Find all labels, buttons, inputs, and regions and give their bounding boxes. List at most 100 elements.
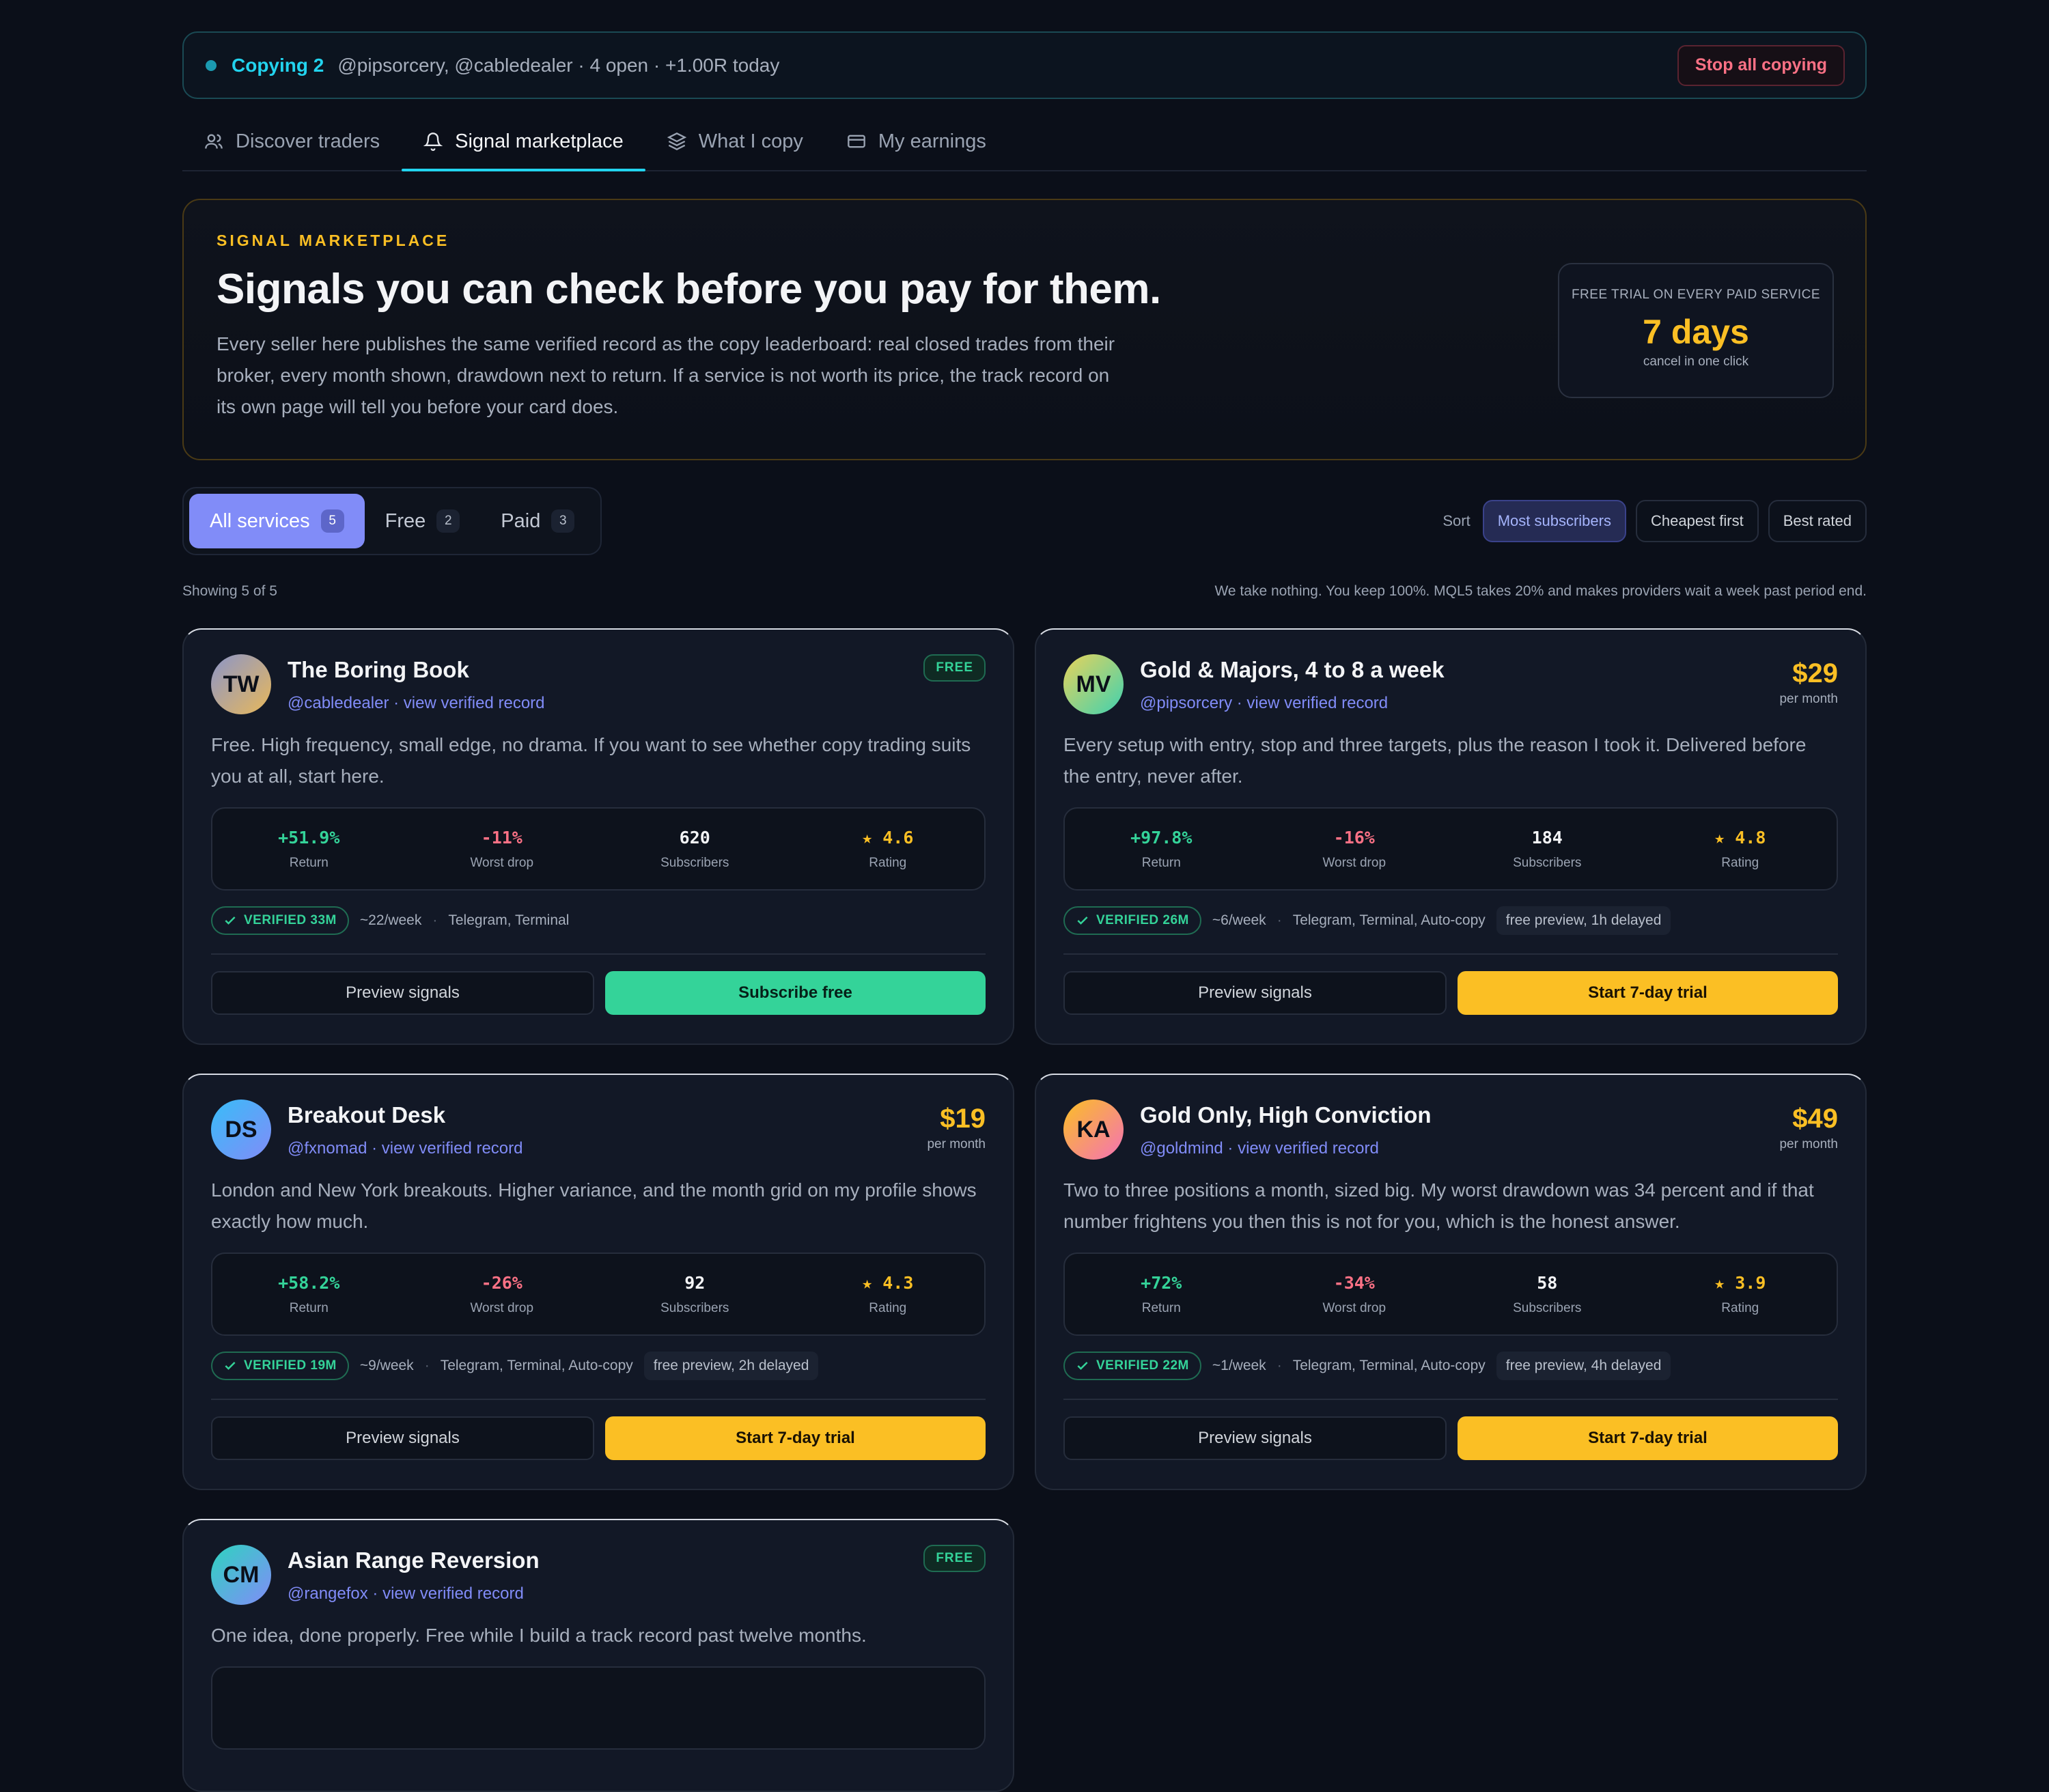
subscribers-value: 58 (1537, 1272, 1558, 1293)
worst-drop-label: Worst drop (1322, 855, 1386, 870)
fee-note: We take nothing. You keep 100%. MQL5 tak… (1214, 583, 1867, 599)
avatar[interactable]: DS (211, 1100, 271, 1160)
subscribers-label: Subscribers (1513, 855, 1582, 870)
filter-paid[interactable]: Paid 3 (480, 494, 595, 548)
verified-label: VERIFIED 33M (244, 913, 337, 927)
free-preview-tag: free preview, 1h delayed (1496, 906, 1671, 935)
free-badge: FREE (923, 654, 986, 682)
trial-caption: FREE TRIAL ON EVERY PAID SERVICE (1571, 288, 1821, 302)
service-name[interactable]: Asian Range Reversion (288, 1548, 540, 1573)
preview-signals-button[interactable]: Preview signals (211, 1416, 594, 1460)
price-period: per month (1779, 692, 1838, 706)
verified-badge: VERIFIED 19M (211, 1352, 349, 1380)
filter-label: Paid (501, 509, 541, 532)
stats-panel: +97.8% Return -16% Worst drop 184 Subscribe… (1063, 807, 1838, 891)
tab-discover-traders[interactable]: Discover traders (182, 113, 402, 170)
separator: · (1277, 1358, 1282, 1373)
subscribers-value: 92 (684, 1272, 706, 1293)
verified-badge: VERIFIED 22M (1063, 1352, 1201, 1380)
sort-best-rated[interactable]: Best rated (1768, 500, 1867, 542)
tab-signal-marketplace[interactable]: Signal marketplace (402, 113, 645, 171)
verified-record-link[interactable]: @fxnomad · view verified record (288, 1139, 522, 1158)
rating-label: Rating (869, 855, 907, 870)
service-name[interactable]: Breakout Desk (288, 1102, 522, 1128)
stats-panel: +72% Return -34% Worst drop 58 Subscribers … (1063, 1252, 1838, 1336)
main-tabs: Discover traders Signal marketplace What… (182, 113, 1867, 171)
check-icon (1077, 1362, 1088, 1370)
verified-record-link[interactable]: @rangefox · view verified record (288, 1584, 540, 1604)
preview-signals-button[interactable]: Preview signals (211, 971, 594, 1015)
sort-controls: Sort Most subscribers Cheapest first Bes… (1442, 500, 1867, 542)
channels: Telegram, Terminal (448, 912, 570, 928)
results-count: Showing 5 of 5 (182, 583, 277, 599)
tab-label: My earnings (878, 130, 986, 152)
tab-label: Signal marketplace (455, 130, 624, 152)
frequency: ~1/week (1212, 1358, 1266, 1373)
tab-my-earnings[interactable]: My earnings (825, 113, 1008, 170)
tab-what-i-copy[interactable]: What I copy (645, 113, 825, 170)
return-value: +58.2% (278, 1272, 340, 1293)
preview-signals-button[interactable]: Preview signals (1063, 971, 1447, 1015)
channels: Telegram, Terminal, Auto-copy (1292, 1358, 1486, 1373)
verified-record-link[interactable]: @pipsorcery · view verified record (1140, 694, 1445, 713)
return-label: Return (1141, 1300, 1181, 1315)
price-period: per month (1779, 1137, 1838, 1151)
filter-free[interactable]: Free 2 (365, 494, 481, 548)
rating-value: ★ 4.6 (862, 827, 914, 848)
service-tags: VERIFIED 19M ~9/week · Telegram, Termina… (211, 1351, 986, 1381)
service-description: One idea, done properly. Free while I bu… (211, 1625, 867, 1646)
copying-count[interactable]: Copying 2 (232, 55, 324, 76)
avatar[interactable]: MV (1063, 654, 1124, 714)
subscribers-value: 620 (679, 827, 710, 848)
tab-label: What I copy (698, 130, 803, 152)
rating-label: Rating (869, 1300, 907, 1315)
filter-bar: All services 5 Free 2 Paid 3 Sort Most s… (182, 486, 1867, 556)
sort-label: Sort (1442, 512, 1470, 529)
hero-eyebrow: SIGNAL MARKETPLACE (217, 232, 450, 249)
divider (1063, 1399, 1838, 1400)
service-description: Free. High frequency, small edge, no dra… (211, 734, 971, 787)
avatar[interactable]: CM (211, 1545, 271, 1605)
copying-meta: @pipsorcery, @cabledealer · 4 open · +1.… (337, 54, 780, 76)
start-trial-button[interactable]: Start 7-day trial (1458, 971, 1838, 1015)
avatar[interactable]: KA (1063, 1100, 1124, 1160)
rating-label: Rating (1721, 855, 1759, 870)
worst-drop-label: Worst drop (1322, 1300, 1386, 1315)
service-card: KA Gold Only, High Conviction @goldmind … (1035, 1074, 1867, 1490)
sort-most-subscribers[interactable]: Most subscribers (1482, 500, 1626, 542)
bell-icon (423, 132, 443, 151)
avatar[interactable]: TW (211, 654, 271, 714)
service-card: CM Asian Range Reversion @rangefox · vie… (182, 1519, 1014, 1792)
trial-subtext: cancel in one click (1643, 354, 1749, 369)
rating-value: ★ 3.9 (1714, 1272, 1766, 1293)
service-tags: VERIFIED 26M ~6/week · Telegram, Termina… (1063, 906, 1838, 936)
tab-label: Discover traders (236, 130, 380, 152)
start-trial-button[interactable]: Start 7-day trial (605, 1416, 986, 1460)
stop-all-copying-button[interactable]: Stop all copying (1677, 44, 1845, 86)
worst-drop-label: Worst drop (470, 855, 534, 870)
service-name[interactable]: The Boring Book (288, 657, 545, 683)
service-card: MV Gold & Majors, 4 to 8 a week @pipsorc… (1035, 628, 1867, 1045)
verified-label: VERIFIED 26M (1096, 913, 1189, 927)
marketplace-hero: SIGNAL MARKETPLACE Signals you can check… (182, 199, 1867, 460)
return-label: Return (289, 1300, 329, 1315)
start-trial-button[interactable]: Start 7-day trial (1458, 1416, 1838, 1460)
worst-drop-value: -16% (1333, 827, 1375, 848)
worst-drop-value: -11% (481, 827, 522, 848)
verified-record-link[interactable]: @cabledealer · view verified record (288, 694, 545, 713)
worst-drop-value: -34% (1333, 1272, 1375, 1293)
filter-all-services[interactable]: All services 5 (189, 494, 365, 548)
service-name[interactable]: Gold & Majors, 4 to 8 a week (1140, 657, 1445, 683)
card-icon (848, 135, 865, 148)
channels: Telegram, Terminal, Auto-copy (440, 1358, 633, 1373)
subscribe-free-button[interactable]: Subscribe free (605, 971, 986, 1015)
free-trial-box: FREE TRIAL ON EVERY PAID SERVICE 7 days … (1558, 263, 1834, 398)
preview-signals-button[interactable]: Preview signals (1063, 1416, 1447, 1460)
price-block: $49 per month (1779, 1100, 1838, 1152)
service-name[interactable]: Gold Only, High Conviction (1140, 1102, 1432, 1128)
channels: Telegram, Terminal, Auto-copy (1292, 912, 1486, 928)
return-label: Return (1141, 855, 1181, 870)
verified-record-link[interactable]: @goldmind · view verified record (1140, 1139, 1432, 1158)
sort-cheapest-first[interactable]: Cheapest first (1635, 500, 1759, 542)
return-value: +51.9% (278, 827, 340, 848)
